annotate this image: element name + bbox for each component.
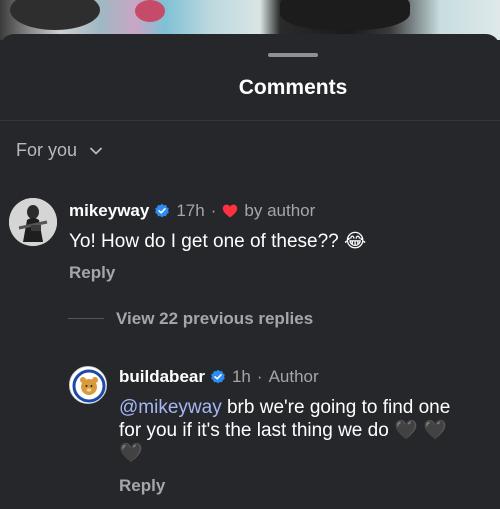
reply-text: @mikeyway brb we're going to find one fo… (119, 396, 494, 465)
reply-body-line2: for you if it's the last thing we do (119, 420, 389, 441)
separator: · (210, 201, 217, 220)
photo-shape (280, 0, 410, 30)
mention-link[interactable]: @mikeyway (119, 397, 222, 418)
username[interactable]: buildabear (119, 367, 205, 387)
comment-header: mikeyway 17h · by author (69, 201, 315, 221)
drag-handle[interactable] (268, 53, 318, 57)
photo-shape (10, 0, 100, 30)
black-heart-emoji-icon: 🖤 (119, 443, 143, 464)
avatar[interactable] (69, 366, 107, 404)
username[interactable]: mikeyway (69, 201, 149, 221)
photo-shape (135, 0, 165, 22)
black-heart-emoji-icon: 🖤 (423, 420, 447, 441)
divider (0, 120, 500, 121)
thread-line (68, 318, 104, 319)
timestamp: 1h (231, 367, 251, 386)
timestamp: 17h (176, 201, 205, 220)
heart-icon (223, 204, 238, 218)
sheet-title: Comments (238, 76, 348, 99)
buildabear-logo-icon (70, 367, 106, 403)
avatar[interactable] (9, 198, 57, 246)
comment-text: Yo! How do I get one of these?? 😂 (69, 230, 366, 253)
author-badge: Author (268, 367, 319, 386)
view-replies-button[interactable]: View 22 previous replies (116, 309, 313, 329)
reply-button[interactable]: Reply (119, 476, 165, 496)
reply-button[interactable]: Reply (69, 263, 115, 283)
filter-label: For you (16, 140, 78, 160)
chevron-down-icon (90, 147, 102, 154)
reply-header: buildabear 1h · Author (119, 367, 319, 387)
black-heart-emoji-icon: 🖤 (394, 420, 418, 441)
verified-badge-icon (211, 369, 225, 384)
comment-body: Yo! How do I get one of these?? (69, 231, 339, 252)
liked-by-author-label: by author (244, 201, 316, 220)
sort-filter-dropdown[interactable]: For you (16, 140, 103, 161)
comments-sheet: Comments For you mikeyway 17h · by autho… (0, 34, 500, 509)
separator: · (256, 367, 263, 386)
reply-body-line1: brb we're going to find one (226, 397, 451, 418)
laughing-emoji-icon: 😂 (344, 231, 367, 252)
verified-badge-icon (155, 203, 170, 218)
user-photo-icon (9, 198, 57, 246)
